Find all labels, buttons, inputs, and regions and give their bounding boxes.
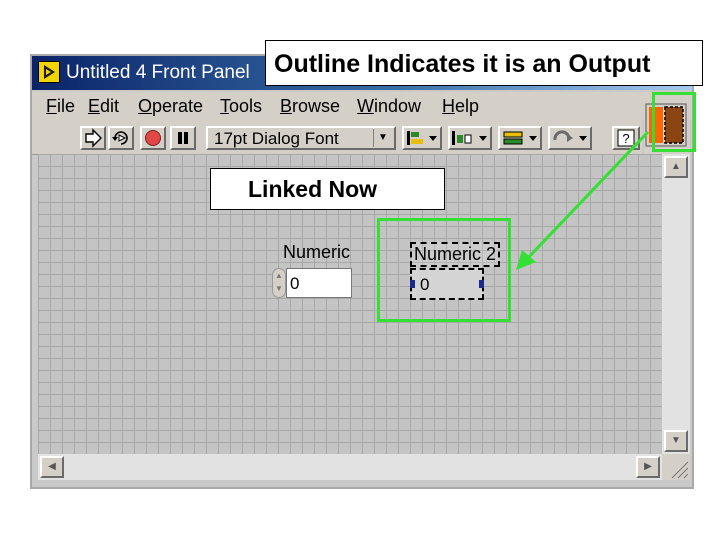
annotation-arrow [516, 130, 650, 270]
